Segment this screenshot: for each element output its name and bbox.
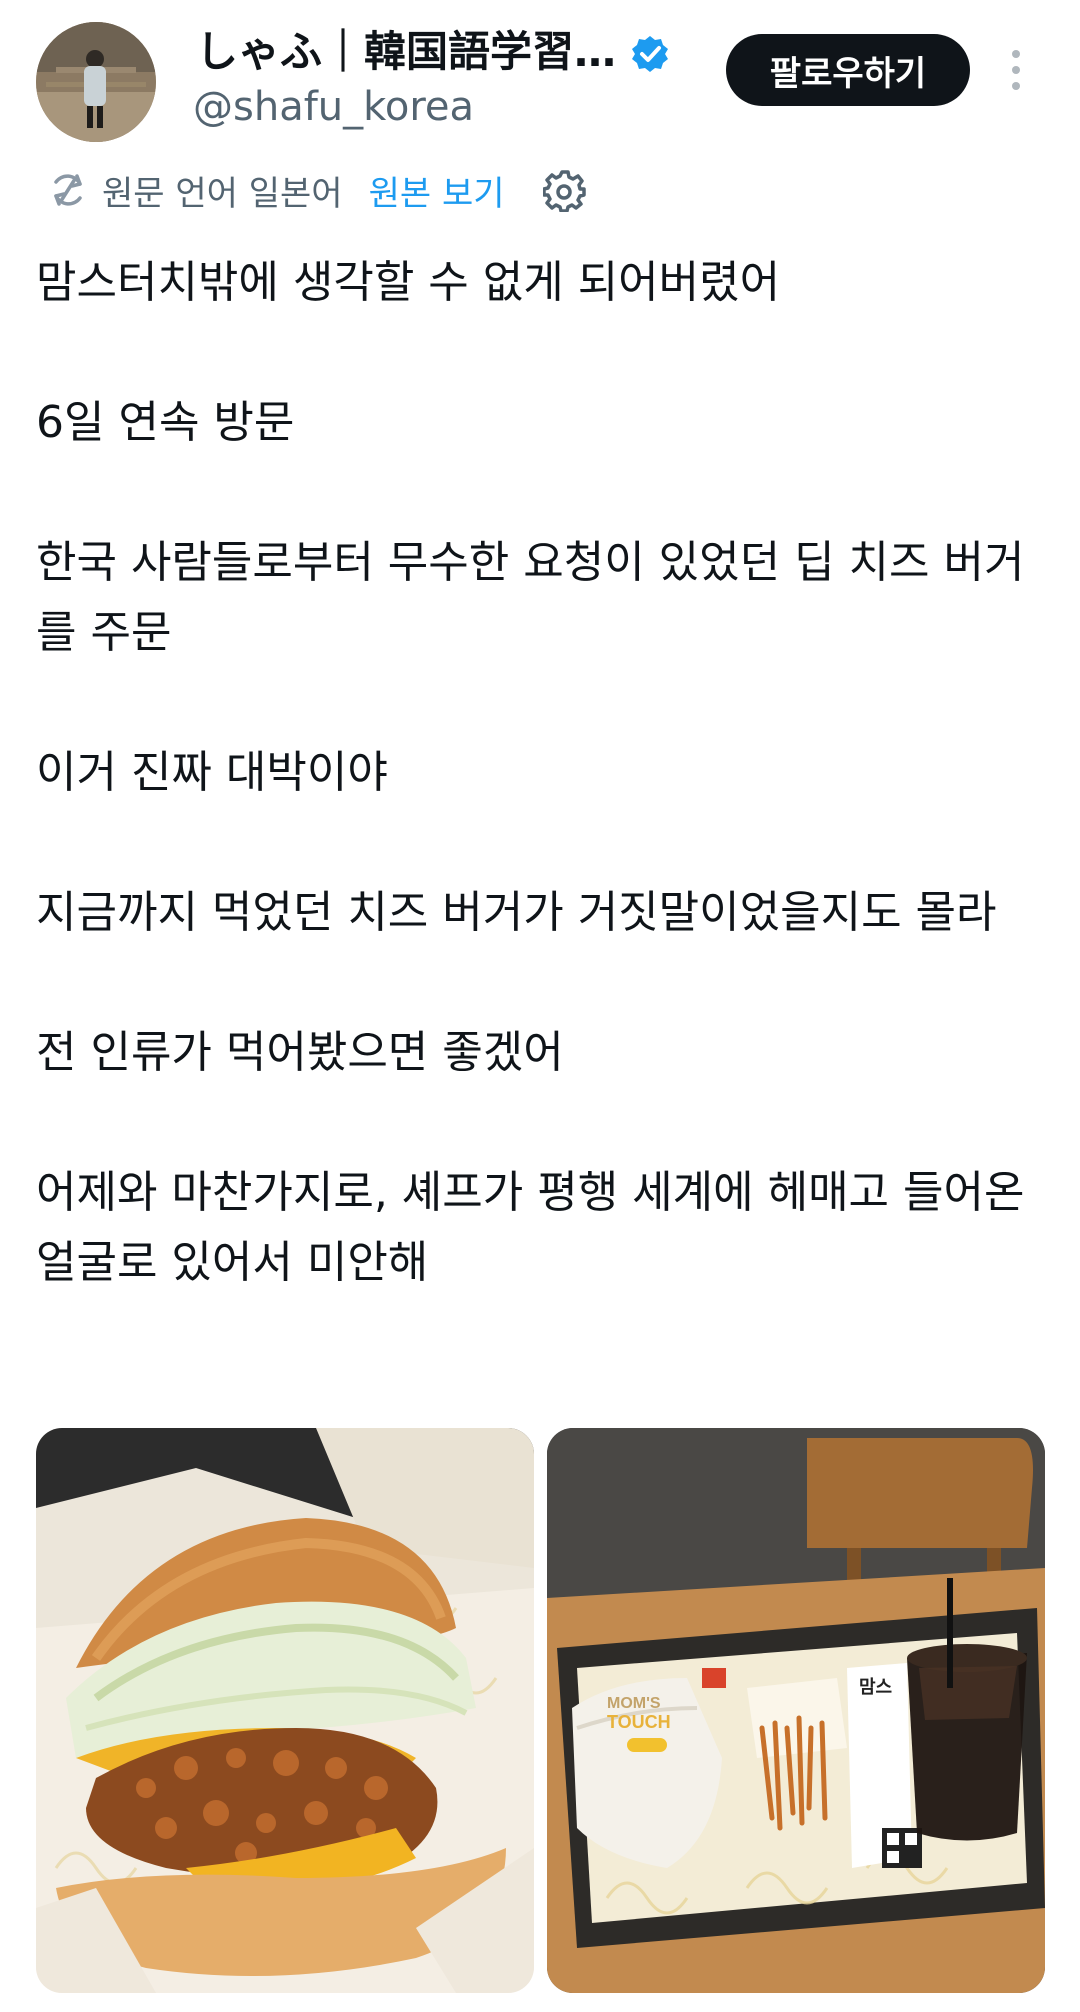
verified-badge-icon — [632, 36, 668, 72]
author-handle[interactable]: @shafu_korea — [193, 82, 474, 132]
post-paragraph: 이거 진짜 대박이야 — [36, 747, 388, 798]
translation-bar: 원문 언어 일본어 원본 보기 — [48, 162, 587, 218]
avatar-image — [36, 22, 156, 142]
show-original-link[interactable]: 원본 보기 — [369, 166, 505, 215]
post-photo-burger[interactable] — [36, 1428, 534, 1993]
post-paragraph: 맘스터치밖에 생각할 수 없게 되어버렸어 — [36, 257, 781, 308]
post-photo-tray[interactable]: MOM'S TOUCH 맘스 — [547, 1428, 1045, 1993]
post-header: しゃふ｜韓国語学習… @shafu_korea 팔로우하기 — [0, 0, 1080, 160]
post-paragraph: 전 인류가 먹어봤으면 좋겠어 — [36, 1027, 564, 1078]
author-display-name[interactable]: しゃふ｜韓国語学習… — [196, 26, 616, 78]
more-options-icon[interactable] — [1010, 50, 1022, 94]
translation-status: 원문 언어 일본어 — [102, 173, 343, 214]
wrapper-brand-1: MOM'S — [607, 1695, 661, 1712]
post-paragraph: 6일 연속 방문 — [36, 397, 295, 448]
burger-photo-image — [36, 1428, 534, 1993]
wrapper-brand-2: TOUCH — [607, 1712, 671, 1732]
post-paragraph: 어제와 마찬가지로, 셰프가 평행 세계에 헤매고 들어온 얼굴로 있어서 미안… — [36, 1167, 1025, 1288]
tray-sign-text: 맘스 — [859, 1677, 892, 1698]
gear-icon[interactable] — [542, 168, 587, 212]
post-text: 맘스터치밖에 생각할 수 없게 되어버렸어 6일 연속 방문 한국 사람들로부터… — [36, 248, 1046, 1298]
post-paragraph: 지금까지 먹었던 치즈 버거가 거짓말이었을지도 몰라 — [36, 887, 997, 938]
post-paragraph: 한국 사람들로부터 무수한 요청이 있었던 딥 치즈 버거를 주문 — [36, 537, 1025, 658]
translate-icon — [54, 174, 82, 206]
tray-photo-image: MOM'S TOUCH 맘스 — [547, 1428, 1045, 1993]
author-avatar[interactable] — [36, 22, 156, 142]
follow-button[interactable]: 팔로우하기 — [726, 34, 970, 106]
